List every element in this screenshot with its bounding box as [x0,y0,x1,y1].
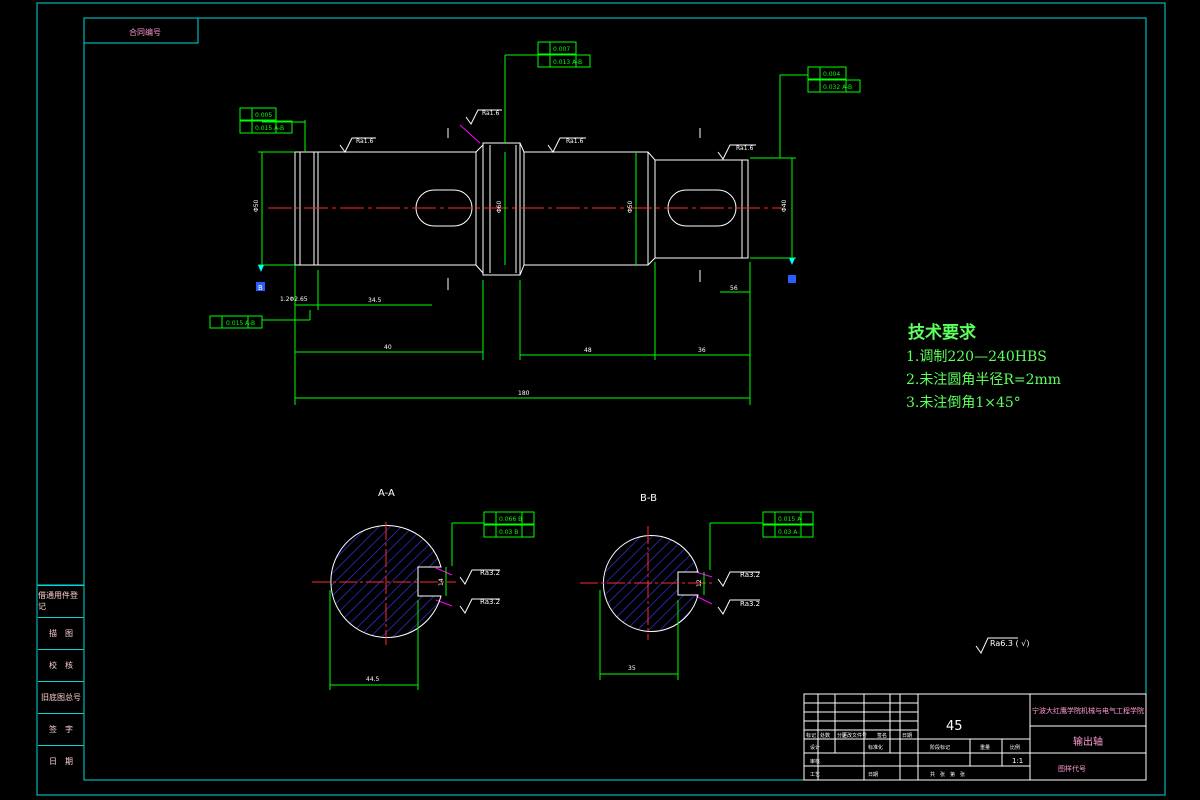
sec-b-width: 35 [628,665,636,672]
title-label-review: 审核 [810,758,820,765]
datum-b-label: B [258,284,263,292]
roughness-r4: Ra1.6 [736,145,753,152]
title-label-std: 标准化 [868,744,883,751]
tolerance-frames [209,41,861,538]
tol-sec-a-2: 0.03 B [499,529,518,536]
dim-d3: 40 [384,344,392,351]
roughness-sb1: Ra3.2 [740,571,760,579]
section-b-label: B-B [640,493,657,504]
dim-dia2: Φ60 [496,200,503,213]
datum-triangle-left [258,265,264,272]
dim-dia1: Φ50 [253,199,260,212]
tech-requirements-title: 技术要求 [908,323,976,343]
side-panel-cell-6: 日 期 [38,745,84,776]
title-label-process: 工艺 [810,772,820,778]
roughness-sb2: Ra3.2 [740,600,760,608]
title-label-sheets: 共 张 第 张 [930,771,965,778]
title-label-mark: 标记 [806,732,816,739]
roughness-r1: Ra1.6 [356,138,373,145]
title-label-count: 处数 [820,732,830,739]
side-panel-cell-3: 校 核 [38,649,84,680]
roughness-sa2: Ra3.2 [480,598,500,606]
section-a-label: A-A [378,488,395,499]
leader-lines [435,124,713,607]
roughness-sa1: Ra3.2 [480,569,500,577]
dim-dia4: Φ40 [781,199,788,212]
shaft-main-view [294,142,749,276]
title-label-ratio: 比例 [1010,744,1020,751]
tol-top-left-1: 0.005 [255,112,272,119]
title-scale: 1:1 [1012,757,1023,765]
tol-top-right-1: 0.004 [823,71,840,78]
dim-total: 180 [518,390,530,397]
main-dimensions [258,54,808,405]
title-label-weight: 重量 [980,744,990,751]
title-material: 45 [946,719,963,734]
tol-sec-b-2: 0.03 A [778,529,798,536]
header-tag: 合同编号 [129,27,161,37]
sec-b-key: 12 [696,579,703,587]
side-panel-cell-4: 旧底图总号 [38,681,84,712]
tech-requirement-2: 2.未注圆角半径R=2mm [906,372,1062,388]
tol-top-mid-1: 0.007 [553,46,570,53]
dim-d5: 36 [698,347,706,354]
title-part-name: 输出轴 [1073,735,1103,748]
dim-d4: 48 [584,347,592,354]
tol-sec-a-1: 0.066 B [499,516,522,523]
title-label-sign: 签名 [877,732,887,739]
side-panel-cell-5: 签 字 [38,713,84,744]
sec-a-width: 44.5 [366,676,380,683]
roughness-r3: Ra1.6 [566,138,583,145]
title-label-date2: 日期 [868,772,878,778]
tol-top-left-2: 0.015 A-B [255,125,284,132]
title-label-design: 设计 [810,744,820,751]
tol-bottom-left: 0.015 A-B [226,320,255,327]
tol-sec-b-1: 0.015 A [778,516,802,523]
dim-dia3: Φ50 [627,200,634,213]
tech-requirement-3: 3.未注倒角1×45° [906,395,1021,411]
title-school: 宁波大红鹰学院机械与电气工程学院 [1032,706,1144,715]
title-drawing-no: 图样代号 [1058,764,1086,773]
tol-top-right-2: 0.032 A-B [823,84,852,91]
dim-d6: 56 [730,285,738,292]
roughness-general: Ra6.3 ( √) [990,639,1029,648]
dim-d1: 1.2Φ2.65 [280,296,308,303]
datum-triangle-right [789,258,795,265]
sec-a-key: 14 [438,578,445,586]
side-panel-cell-1: 借通用件登记 [38,585,84,616]
title-label-stage: 阶段标记 [930,744,950,751]
dim-d2: 34.5 [368,297,382,304]
title-label-change-doc: 更改文件号 [842,732,867,739]
title-label-date: 日期 [902,733,912,739]
roughness-r2: Ra1.6 [482,110,499,117]
tol-top-mid-2: 0.013 A-B [553,59,582,66]
side-panel-cell-2: 描 图 [38,617,84,648]
datum-a-box [788,275,796,283]
tech-requirement-1: 1.调制220—240HBS [906,349,1047,365]
